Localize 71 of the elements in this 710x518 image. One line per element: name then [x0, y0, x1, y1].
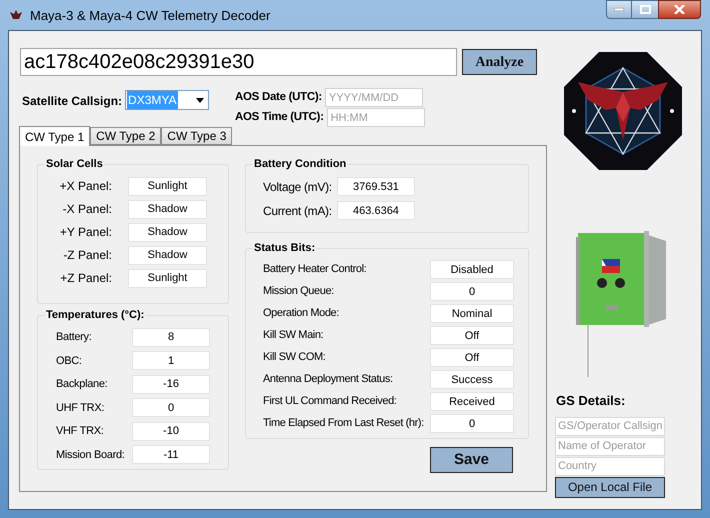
field-label: Satellite Callsign:: [22, 93, 122, 110]
close-icon: [674, 5, 685, 14]
field-label: Current (mA):: [263, 202, 333, 220]
value-field[interactable]: 1: [132, 351, 210, 370]
field-label: Time Elapsed From Last Reset (hr):: [263, 416, 425, 432]
group-title: Temperatures (°C):: [45, 308, 146, 323]
maximize-icon: [640, 5, 650, 14]
field-label: Mission Board:: [56, 448, 126, 462]
value-field[interactable]: -11: [132, 445, 210, 464]
value-field[interactable]: Received: [430, 392, 514, 411]
save-button[interactable]: Save: [430, 447, 513, 473]
text-field[interactable]: GS/Operator Callsign: [555, 416, 665, 436]
value-field[interactable]: -10: [132, 422, 210, 441]
group-title: Solar Cells: [45, 157, 104, 172]
maximize-button[interactable]: [632, 0, 658, 19]
field-label: OBC:: [56, 354, 83, 368]
field-label: Kill SW COM:: [263, 350, 326, 366]
value-field[interactable]: 0: [430, 414, 514, 433]
field-label: AOS Date (UTC):: [235, 90, 322, 105]
value-field[interactable]: Sunlight: [128, 268, 207, 288]
field-label: Kill SW Main:: [263, 328, 324, 344]
field-label: +X Panel:: [58, 178, 112, 195]
field-label: First UL Command Received:: [263, 394, 398, 410]
value-field[interactable]: Shadow: [128, 200, 207, 218]
value-field[interactable]: Shadow: [128, 222, 207, 242]
window-title: Maya-3 & Maya-4 CW Telemetry Decoder: [30, 7, 270, 25]
text-field[interactable]: HH:MM: [326, 108, 425, 127]
value-field[interactable]: Off: [430, 348, 514, 367]
field-label: UHF TRX:: [56, 400, 106, 416]
field-label: Battery Heater Control:: [263, 262, 368, 278]
value-field[interactable]: 3769.531: [337, 177, 415, 196]
value-field[interactable]: Success: [430, 370, 514, 389]
field-label: Voltage (mV):: [263, 178, 333, 196]
value-field[interactable]: 0: [430, 282, 514, 301]
close-button[interactable]: [658, 0, 701, 19]
value-field[interactable]: Nominal: [430, 304, 514, 323]
text-field[interactable]: Name of Operator: [555, 436, 665, 456]
value-field[interactable]: Off: [430, 326, 514, 345]
field-label: AOS Time (UTC):: [235, 110, 324, 125]
tab[interactable]: CW Type 1: [19, 126, 90, 146]
value-field[interactable]: 0: [132, 398, 210, 418]
value-field[interactable]: -16: [132, 374, 210, 394]
text-field[interactable]: Country: [555, 456, 665, 476]
value-field[interactable]: 8: [132, 328, 210, 347]
open-file-button[interactable]: Open Local File: [555, 476, 665, 498]
value-field[interactable]: 463.6364: [337, 201, 415, 220]
field-label: Operation Mode:: [263, 306, 340, 322]
group-title: Battery Condition: [253, 157, 348, 172]
text-field[interactable]: YYYY/MM/DD: [324, 88, 423, 107]
value-field[interactable]: Disabled: [430, 260, 514, 279]
field-label: Antenna Deployment Status:: [263, 372, 394, 388]
hex-input[interactable]: ac178c402e08c29391e30: [20, 48, 457, 76]
field-label: Mission Queue:: [263, 284, 335, 300]
tab[interactable]: CW Type 3: [161, 127, 232, 145]
field-label: +Y Panel:: [58, 224, 112, 241]
value-field[interactable]: Sunlight: [128, 176, 207, 196]
field-label: Battery:: [56, 330, 93, 345]
section-title: GS Details:: [556, 392, 626, 410]
field-label: Backplane:: [56, 377, 108, 392]
minimize-button[interactable]: [606, 0, 632, 19]
minimize-icon: [614, 8, 624, 11]
field-label: -X Panel:: [62, 201, 112, 218]
value-field[interactable]: Shadow: [128, 246, 207, 264]
tab[interactable]: CW Type 2: [90, 127, 162, 145]
field-label: -Z Panel:: [62, 247, 112, 264]
analyze-button[interactable]: Analyze: [462, 49, 537, 75]
field-label: +Z Panel:: [59, 270, 112, 287]
field-label: VHF TRX:: [56, 424, 105, 439]
caret-icon: [196, 98, 204, 102]
group-title: Status Bits:: [253, 241, 316, 256]
app-icon: [10, 10, 22, 20]
